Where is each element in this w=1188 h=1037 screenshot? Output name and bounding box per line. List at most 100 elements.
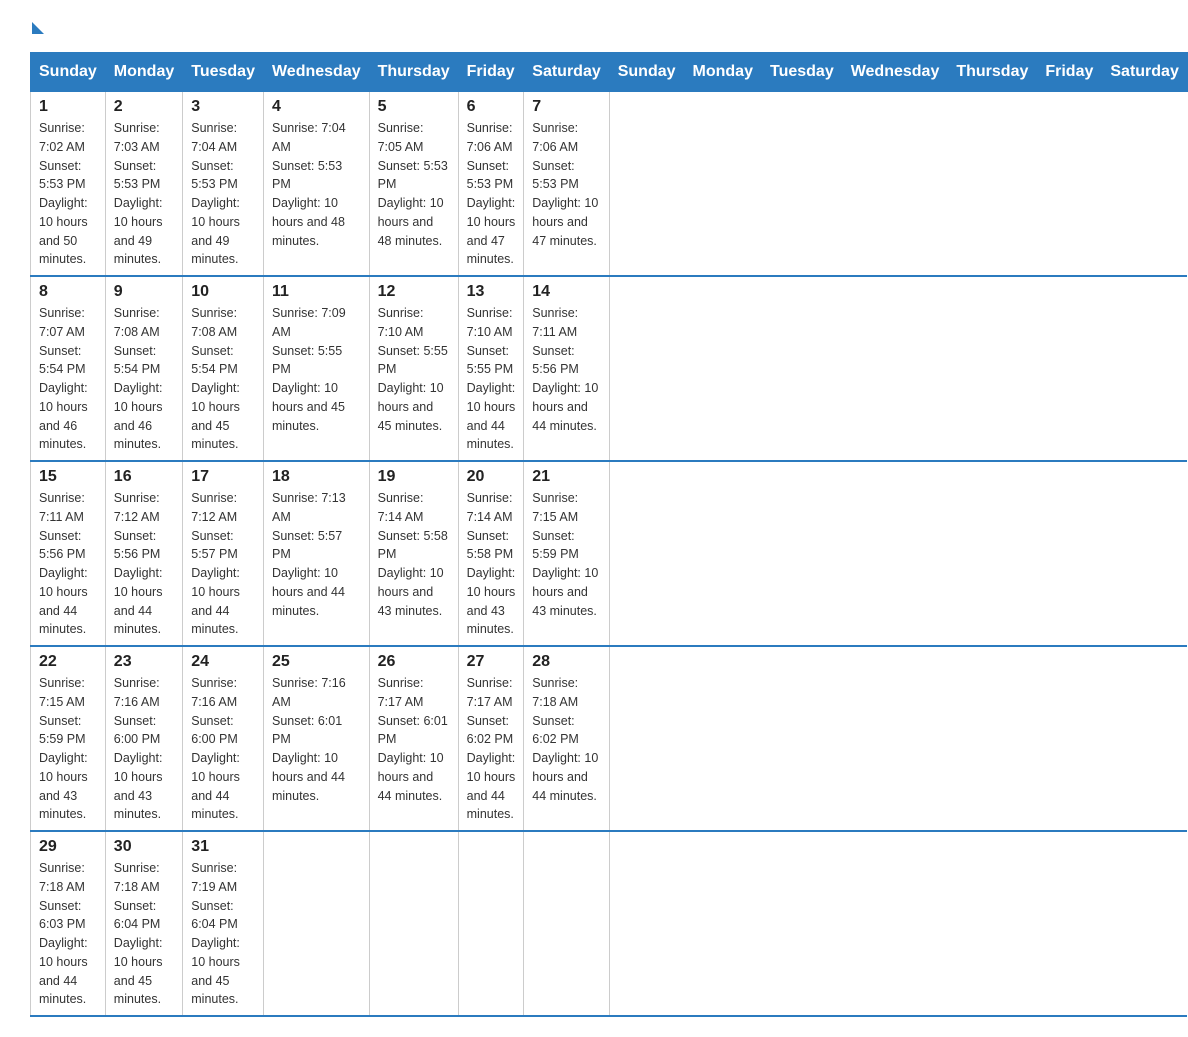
day-info: Sunrise: 7:08 AM Sunset: 5:54 PM Dayligh… <box>114 304 174 454</box>
day-number: 10 <box>191 283 255 301</box>
calendar-cell: 17 Sunrise: 7:12 AM Sunset: 5:57 PM Dayl… <box>183 461 264 646</box>
day-number: 21 <box>532 468 600 486</box>
day-number: 23 <box>114 653 174 671</box>
calendar-cell: 5 Sunrise: 7:05 AM Sunset: 5:53 PM Dayli… <box>369 92 458 277</box>
day-number: 2 <box>114 98 174 116</box>
calendar-cell <box>369 831 458 1016</box>
day-number: 5 <box>378 98 450 116</box>
day-header-tuesday: Tuesday <box>761 53 842 92</box>
day-info: Sunrise: 7:09 AM Sunset: 5:55 PM Dayligh… <box>272 304 361 435</box>
calendar-cell: 15 Sunrise: 7:11 AM Sunset: 5:56 PM Dayl… <box>31 461 106 646</box>
day-info: Sunrise: 7:14 AM Sunset: 5:58 PM Dayligh… <box>378 489 450 620</box>
day-number: 28 <box>532 653 600 671</box>
calendar-week-row: 1 Sunrise: 7:02 AM Sunset: 5:53 PM Dayli… <box>31 92 1188 277</box>
day-info: Sunrise: 7:05 AM Sunset: 5:53 PM Dayligh… <box>378 119 450 250</box>
day-of-week-header: Tuesday <box>183 53 264 92</box>
calendar-cell: 10 Sunrise: 7:08 AM Sunset: 5:54 PM Dayl… <box>183 276 264 461</box>
day-info: Sunrise: 7:04 AM Sunset: 5:53 PM Dayligh… <box>191 119 255 269</box>
calendar-week-row: 22 Sunrise: 7:15 AM Sunset: 5:59 PM Dayl… <box>31 646 1188 831</box>
day-number: 8 <box>39 283 97 301</box>
calendar-cell: 29 Sunrise: 7:18 AM Sunset: 6:03 PM Dayl… <box>31 831 106 1016</box>
day-header-monday: Monday <box>684 53 761 92</box>
day-of-week-header: Wednesday <box>263 53 369 92</box>
day-number: 31 <box>191 838 255 856</box>
calendar-cell: 31 Sunrise: 7:19 AM Sunset: 6:04 PM Dayl… <box>183 831 264 1016</box>
calendar-cell <box>263 831 369 1016</box>
calendar-cell: 6 Sunrise: 7:06 AM Sunset: 5:53 PM Dayli… <box>458 92 524 277</box>
day-header-friday: Friday <box>1037 53 1102 92</box>
day-of-week-header: Saturday <box>524 53 609 92</box>
calendar-cell: 21 Sunrise: 7:15 AM Sunset: 5:59 PM Dayl… <box>524 461 609 646</box>
day-number: 14 <box>532 283 600 301</box>
calendar-cell: 23 Sunrise: 7:16 AM Sunset: 6:00 PM Dayl… <box>105 646 182 831</box>
calendar-cell: 11 Sunrise: 7:09 AM Sunset: 5:55 PM Dayl… <box>263 276 369 461</box>
calendar-header-row: SundayMondayTuesdayWednesdayThursdayFrid… <box>31 53 1188 92</box>
day-info: Sunrise: 7:11 AM Sunset: 5:56 PM Dayligh… <box>532 304 600 435</box>
day-header-wednesday: Wednesday <box>842 53 948 92</box>
day-number: 26 <box>378 653 450 671</box>
day-info: Sunrise: 7:19 AM Sunset: 6:04 PM Dayligh… <box>191 859 255 1009</box>
day-info: Sunrise: 7:15 AM Sunset: 5:59 PM Dayligh… <box>39 674 97 824</box>
calendar-cell: 26 Sunrise: 7:17 AM Sunset: 6:01 PM Dayl… <box>369 646 458 831</box>
day-info: Sunrise: 7:10 AM Sunset: 5:55 PM Dayligh… <box>467 304 516 454</box>
calendar-cell: 13 Sunrise: 7:10 AM Sunset: 5:55 PM Dayl… <box>458 276 524 461</box>
day-number: 20 <box>467 468 516 486</box>
day-info: Sunrise: 7:06 AM Sunset: 5:53 PM Dayligh… <box>467 119 516 269</box>
day-of-week-header: Thursday <box>369 53 458 92</box>
calendar-cell: 19 Sunrise: 7:14 AM Sunset: 5:58 PM Dayl… <box>369 461 458 646</box>
day-info: Sunrise: 7:15 AM Sunset: 5:59 PM Dayligh… <box>532 489 600 620</box>
day-number: 13 <box>467 283 516 301</box>
calendar-cell: 8 Sunrise: 7:07 AM Sunset: 5:54 PM Dayli… <box>31 276 106 461</box>
day-info: Sunrise: 7:11 AM Sunset: 5:56 PM Dayligh… <box>39 489 97 639</box>
day-header-thursday: Thursday <box>948 53 1037 92</box>
calendar-cell <box>524 831 609 1016</box>
calendar-cell: 1 Sunrise: 7:02 AM Sunset: 5:53 PM Dayli… <box>31 92 106 277</box>
calendar-cell: 3 Sunrise: 7:04 AM Sunset: 5:53 PM Dayli… <box>183 92 264 277</box>
day-info: Sunrise: 7:04 AM Sunset: 5:53 PM Dayligh… <box>272 119 361 250</box>
day-info: Sunrise: 7:07 AM Sunset: 5:54 PM Dayligh… <box>39 304 97 454</box>
day-header-sunday: Sunday <box>609 53 684 92</box>
day-info: Sunrise: 7:18 AM Sunset: 6:03 PM Dayligh… <box>39 859 97 1009</box>
calendar-cell: 25 Sunrise: 7:16 AM Sunset: 6:01 PM Dayl… <box>263 646 369 831</box>
calendar-cell: 18 Sunrise: 7:13 AM Sunset: 5:57 PM Dayl… <box>263 461 369 646</box>
calendar-cell: 14 Sunrise: 7:11 AM Sunset: 5:56 PM Dayl… <box>524 276 609 461</box>
page-header <box>30 20 1158 32</box>
calendar-week-row: 15 Sunrise: 7:11 AM Sunset: 5:56 PM Dayl… <box>31 461 1188 646</box>
day-number: 18 <box>272 468 361 486</box>
day-info: Sunrise: 7:12 AM Sunset: 5:56 PM Dayligh… <box>114 489 174 639</box>
logo <box>30 20 44 32</box>
day-info: Sunrise: 7:10 AM Sunset: 5:55 PM Dayligh… <box>378 304 450 435</box>
day-info: Sunrise: 7:16 AM Sunset: 6:00 PM Dayligh… <box>114 674 174 824</box>
calendar-cell: 12 Sunrise: 7:10 AM Sunset: 5:55 PM Dayl… <box>369 276 458 461</box>
day-number: 29 <box>39 838 97 856</box>
calendar-cell: 20 Sunrise: 7:14 AM Sunset: 5:58 PM Dayl… <box>458 461 524 646</box>
day-header-saturday: Saturday <box>1102 53 1187 92</box>
day-number: 19 <box>378 468 450 486</box>
day-number: 30 <box>114 838 174 856</box>
day-info: Sunrise: 7:02 AM Sunset: 5:53 PM Dayligh… <box>39 119 97 269</box>
day-info: Sunrise: 7:18 AM Sunset: 6:02 PM Dayligh… <box>532 674 600 805</box>
calendar-cell <box>458 831 524 1016</box>
day-info: Sunrise: 7:17 AM Sunset: 6:01 PM Dayligh… <box>378 674 450 805</box>
calendar-cell: 9 Sunrise: 7:08 AM Sunset: 5:54 PM Dayli… <box>105 276 182 461</box>
day-number: 27 <box>467 653 516 671</box>
day-number: 1 <box>39 98 97 116</box>
day-info: Sunrise: 7:03 AM Sunset: 5:53 PM Dayligh… <box>114 119 174 269</box>
day-of-week-header: Friday <box>458 53 524 92</box>
calendar-table: SundayMondayTuesdayWednesdayThursdayFrid… <box>30 52 1188 1017</box>
calendar-cell: 16 Sunrise: 7:12 AM Sunset: 5:56 PM Dayl… <box>105 461 182 646</box>
day-number: 22 <box>39 653 97 671</box>
calendar-cell: 4 Sunrise: 7:04 AM Sunset: 5:53 PM Dayli… <box>263 92 369 277</box>
day-info: Sunrise: 7:18 AM Sunset: 6:04 PM Dayligh… <box>114 859 174 1009</box>
day-number: 6 <box>467 98 516 116</box>
day-number: 12 <box>378 283 450 301</box>
calendar-cell: 27 Sunrise: 7:17 AM Sunset: 6:02 PM Dayl… <box>458 646 524 831</box>
calendar-week-row: 8 Sunrise: 7:07 AM Sunset: 5:54 PM Dayli… <box>31 276 1188 461</box>
day-number: 25 <box>272 653 361 671</box>
day-of-week-header: Monday <box>105 53 182 92</box>
day-number: 15 <box>39 468 97 486</box>
day-info: Sunrise: 7:16 AM Sunset: 6:00 PM Dayligh… <box>191 674 255 824</box>
day-number: 24 <box>191 653 255 671</box>
calendar-cell: 28 Sunrise: 7:18 AM Sunset: 6:02 PM Dayl… <box>524 646 609 831</box>
calendar-week-row: 29 Sunrise: 7:18 AM Sunset: 6:03 PM Dayl… <box>31 831 1188 1016</box>
